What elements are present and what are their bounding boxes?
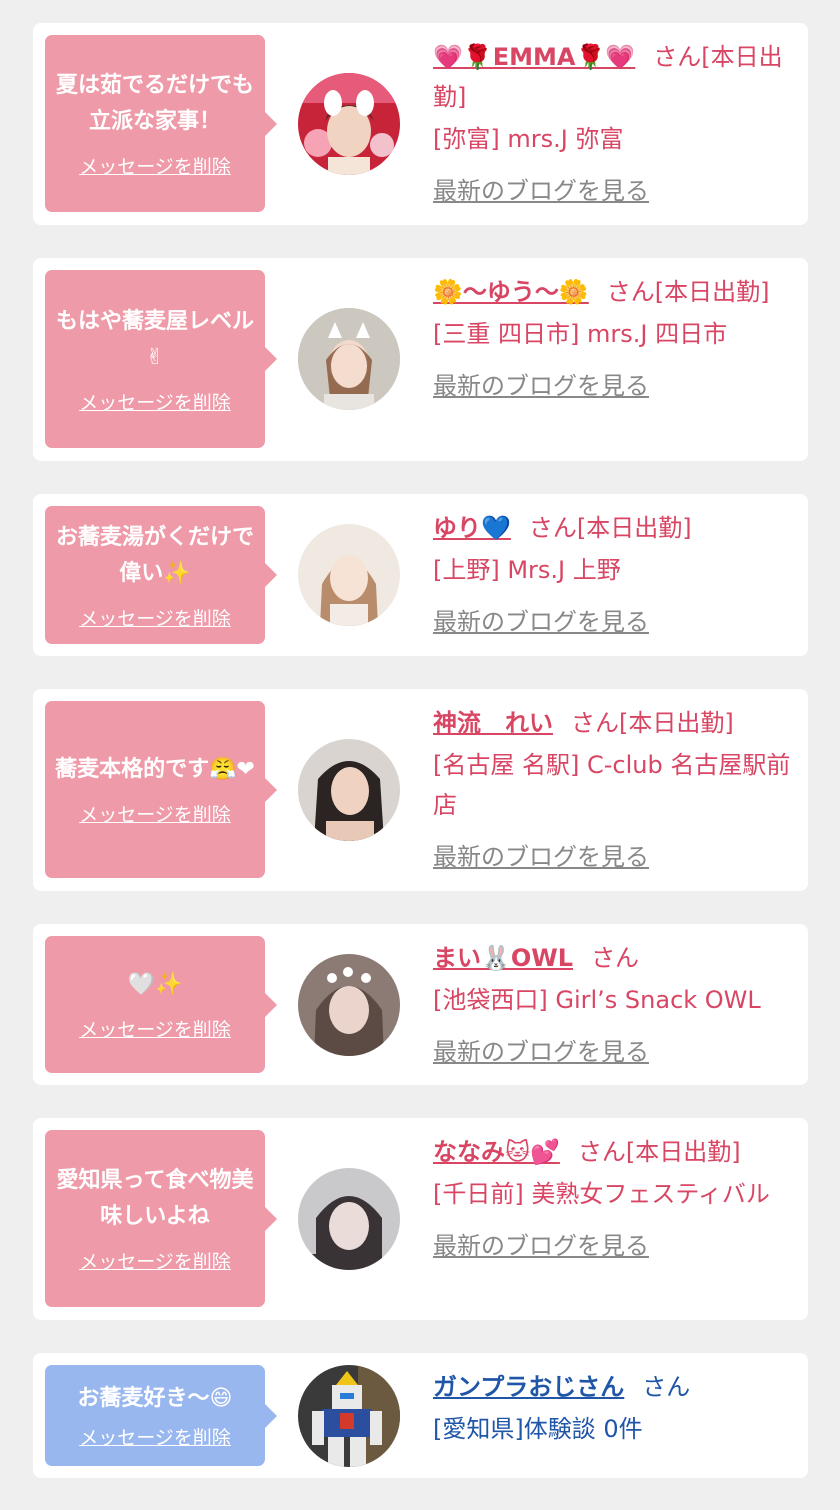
cast-status: さん[本日出勤]	[571, 709, 734, 737]
cast-name-link[interactable]: まい🐰OWL	[433, 944, 573, 972]
avatar[interactable]	[298, 954, 400, 1056]
latest-blog-link[interactable]: 最新のブログを見る	[433, 602, 793, 642]
avatar[interactable]	[298, 524, 400, 626]
woman-avatar-icon	[298, 73, 400, 175]
message-card: 夏は茹でるだけでも立派な家事！ メッセージを削除 💗🌹EMMA🌹💗 さん[本日出勤…	[33, 23, 808, 225]
cast-name-link[interactable]: 💗🌹EMMA🌹💗	[433, 43, 635, 71]
gundam-robot-avatar-icon	[298, 1365, 400, 1467]
avatar[interactable]	[298, 1365, 400, 1467]
cast-info: 神流 れい さん[本日出勤] [名古屋 名駅] C-club 名古屋駅前店 最新の…	[433, 703, 793, 877]
avatar[interactable]	[298, 739, 400, 841]
delete-message-link[interactable]: メッセージを削除	[79, 1247, 231, 1274]
message-text: お蕎麦好き〜😄	[77, 1386, 233, 1411]
latest-blog-link[interactable]: 最新のブログを見る	[433, 1032, 793, 1072]
message-text: 愛知県って食べ物美味しいよね	[56, 1168, 254, 1229]
cast-status: さん[本日出勤]	[606, 278, 770, 306]
message-bubble: 夏は茹でるだけでも立派な家事！ メッセージを削除	[45, 35, 277, 212]
message-bubble: お蕎麦湯がくだけで偉い✨ メッセージを削除	[45, 506, 277, 644]
latest-blog-link[interactable]: 最新のブログを見る	[433, 837, 793, 877]
message-bubble: お蕎麦好き〜😄 メッセージを削除	[45, 1365, 277, 1466]
message-bubble: 🤍✨ メッセージを削除	[45, 936, 277, 1073]
message-card: もはや蕎麦屋レベル✌ メッセージを削除 🌼〜ゆう〜🌼 さん[本日出勤] [三重 四…	[33, 258, 808, 461]
delete-message-link[interactable]: メッセージを削除	[79, 388, 231, 415]
cast-status: さん[本日出勤]	[577, 1138, 741, 1166]
message-text: 夏は茹でるだけでも立派な家事！	[55, 73, 254, 134]
cast-status: さん	[591, 944, 640, 972]
latest-blog-link[interactable]: 最新のブログを見る	[433, 1226, 793, 1266]
message-card: お蕎麦好き〜😄 メッセージを削除 ガンプラおじさん さん [愛知県]体験談 0件	[33, 1353, 808, 1478]
cast-name-link[interactable]: ゆり💙	[433, 514, 511, 542]
shop-location: [三重 四日市] mrs.J 四日市	[433, 320, 728, 348]
shop-location: [名古屋 名駅] C-club 名古屋駅前店	[433, 751, 791, 819]
avatar[interactable]	[298, 1168, 400, 1270]
delete-message-link[interactable]: メッセージを削除	[79, 800, 231, 827]
message-text: もはや蕎麦屋レベル✌	[55, 308, 254, 370]
cast-info: まい🐰OWL さん [池袋西口] Girl’s Snack OWL 最新のブログを…	[433, 938, 793, 1072]
cast-info: 💗🌹EMMA🌹💗 さん[本日出勤] [弥富] mrs.J 弥富 最新のブログを見る	[433, 37, 793, 211]
cast-status: さん[本日出勤]	[528, 514, 692, 542]
user-info: ガンプラおじさん さん [愛知県]体験談 0件	[433, 1367, 793, 1449]
message-text: お蕎麦湯がくだけで偉い✨	[55, 524, 254, 586]
message-card: お蕎麦湯がくだけで偉い✨ メッセージを削除 ゆり💙 さん[本日出勤] [上野] M…	[33, 494, 808, 656]
latest-blog-link[interactable]: 最新のブログを見る	[433, 366, 793, 406]
woman-avatar-icon	[298, 1168, 400, 1270]
cast-info: 🌼〜ゆう〜🌼 さん[本日出勤] [三重 四日市] mrs.J 四日市 最新のブログ…	[433, 272, 793, 406]
delete-message-link[interactable]: メッセージを削除	[79, 604, 231, 631]
message-bubble: もはや蕎麦屋レベル✌ メッセージを削除	[45, 270, 277, 448]
woman-avatar-icon	[298, 739, 400, 841]
user-suffix: さん	[642, 1373, 691, 1401]
cast-info: ゆり💙 さん[本日出勤] [上野] Mrs.J 上野 最新のブログを見る	[433, 508, 793, 642]
message-text: 蕎麦本格的です😤❤	[55, 757, 255, 782]
woman-avatar-icon	[298, 308, 400, 410]
message-card: 🤍✨ メッセージを削除 まい🐰OWL さん [池袋西口] Girl’s Snack…	[33, 924, 808, 1085]
message-card: 蕎麦本格的です😤❤ メッセージを削除 神流 れい さん[本日出勤] [名古屋 名駅…	[33, 689, 808, 891]
avatar[interactable]	[298, 308, 400, 410]
avatar[interactable]	[298, 73, 400, 175]
delete-message-link[interactable]: メッセージを削除	[79, 1015, 231, 1042]
message-list: 夏は茹でるだけでも立派な家事！ メッセージを削除 💗🌹EMMA🌹💗 さん[本日出勤…	[0, 0, 840, 1510]
user-review-count: [愛知県]体験談 0件	[433, 1415, 643, 1443]
cast-info: ななみ🐱💕 さん[本日出勤] [千日前] 美熟女フェスティバル 最新のブログを見る	[433, 1132, 793, 1266]
message-card: 愛知県って食べ物美味しいよね メッセージを削除 ななみ🐱💕 さん[本日出勤] [千…	[33, 1118, 808, 1320]
shop-location: [上野] Mrs.J 上野	[433, 556, 621, 584]
cast-name-link[interactable]: 🌼〜ゆう〜🌼	[433, 278, 589, 306]
shop-location: [弥富] mrs.J 弥富	[433, 125, 624, 153]
cast-name-link[interactable]: 神流 れい	[433, 709, 553, 737]
woman-avatar-icon	[298, 524, 400, 626]
shop-location: [千日前] 美熟女フェスティバル	[433, 1180, 770, 1208]
cast-name-link[interactable]: ななみ🐱💕	[433, 1138, 560, 1166]
shop-location: [池袋西口] Girl’s Snack OWL	[433, 986, 761, 1014]
delete-message-link[interactable]: メッセージを削除	[79, 1423, 231, 1450]
woman-avatar-icon	[298, 954, 400, 1056]
message-text: 🤍✨	[127, 972, 183, 997]
user-name-link[interactable]: ガンプラおじさん	[433, 1373, 624, 1401]
message-bubble: 愛知県って食べ物美味しいよね メッセージを削除	[45, 1130, 277, 1307]
delete-message-link[interactable]: メッセージを削除	[79, 152, 231, 179]
message-bubble: 蕎麦本格的です😤❤ メッセージを削除	[45, 701, 277, 878]
latest-blog-link[interactable]: 最新のブログを見る	[433, 171, 793, 211]
